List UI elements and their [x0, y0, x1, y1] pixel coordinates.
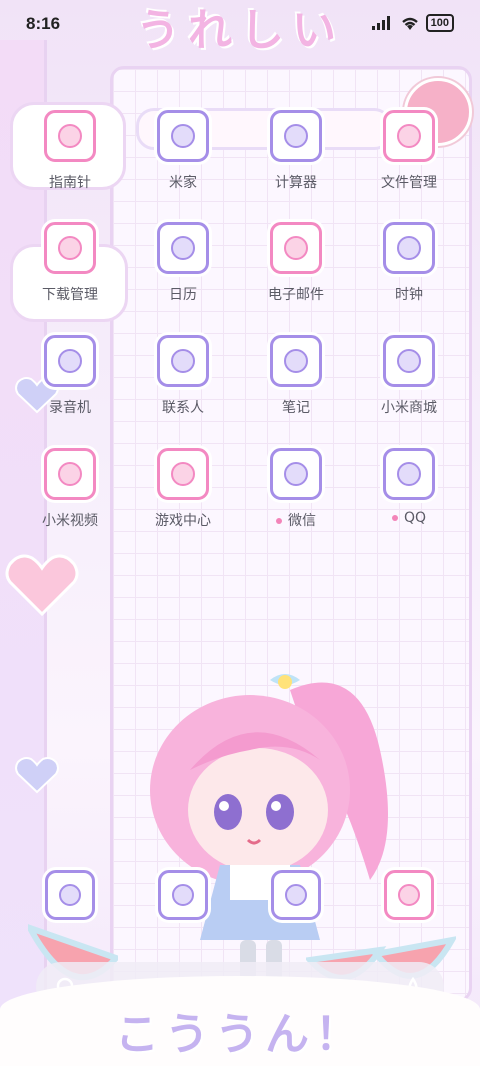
app-label: 录音机 — [15, 397, 125, 417]
app-alarm-clock[interactable]: 时钟 — [354, 222, 464, 304]
app-label-text: 时钟 — [395, 287, 423, 303]
app-label: 小米视频 — [15, 510, 125, 530]
alarm-clock-icon — [383, 222, 435, 274]
contacts-icon — [157, 335, 209, 387]
dock-messages-flower[interactable] — [128, 870, 238, 920]
app-shopping-basket[interactable]: 小米商城 — [354, 335, 464, 417]
app-label-text: 米家 — [169, 175, 197, 191]
app-label: 时钟 — [354, 284, 464, 304]
app-label: 计算器 — [241, 172, 351, 192]
app-notes[interactable]: 笔记 — [241, 335, 351, 417]
app-label: 指南针 — [15, 172, 125, 192]
app-download-arrow[interactable]: 下载管理 — [15, 222, 125, 304]
app-house[interactable]: 米家 — [128, 110, 238, 192]
dock-phone[interactable] — [15, 870, 125, 920]
app-label-text: 录音机 — [49, 400, 91, 416]
wallpaper-title-bottom: こううん！ — [115, 1009, 365, 1060]
clock-time: 8:16 — [26, 14, 61, 33]
app-label: 日历 — [128, 284, 238, 304]
app-label-text: 笔记 — [282, 400, 310, 416]
app-label-text: 联系人 — [162, 400, 204, 416]
app-game-center[interactable]: 游戏中心 — [128, 448, 238, 530]
new-install-dot — [276, 518, 282, 524]
app-label: 小米商城 — [354, 397, 464, 417]
app-label-text: 微信 — [288, 513, 316, 529]
new-install-dot — [391, 515, 398, 521]
app-label-text: 指南针 — [49, 175, 91, 191]
app-label: 游戏中心 — [128, 510, 238, 530]
app-folder[interactable]: 文件管理 — [354, 110, 464, 192]
house-icon — [157, 110, 209, 162]
messages-flower-icon — [158, 870, 208, 920]
recorder-icon — [44, 335, 96, 387]
app-calendar[interactable]: 日历 — [128, 222, 238, 304]
app-label-text: 日历 — [169, 287, 197, 303]
camera-cute-icon — [384, 870, 434, 920]
app-label-text: 游戏中心 — [155, 513, 211, 529]
video-bear-icon — [44, 448, 96, 500]
app-label: 下载管理 — [15, 284, 125, 304]
qq-icon — [383, 448, 435, 500]
dock-camera-bear[interactable] — [241, 870, 351, 920]
status-icons: 100 — [371, 14, 454, 32]
app-label-text: 小米视频 — [42, 513, 98, 529]
app-label-text: 下载管理 — [42, 287, 98, 303]
app-mail[interactable]: 电子邮件 — [241, 222, 351, 304]
app-label: 米家 — [128, 172, 238, 192]
app-label-text: 小米商城 — [381, 400, 437, 416]
folder-icon — [383, 110, 435, 162]
camera-bear-icon — [271, 870, 321, 920]
compass-icon — [44, 110, 96, 162]
app-label-text: QQ — [403, 510, 427, 526]
app-label: 电子邮件 — [241, 284, 351, 304]
app-label-text: 电子邮件 — [268, 287, 324, 303]
pixel-heart-lower — [15, 757, 59, 794]
shopping-basket-icon — [383, 335, 435, 387]
status-bar: 8:16 100 — [0, 0, 480, 46]
calculator-icon — [270, 110, 322, 162]
app-video-bear[interactable]: 小米视频 — [15, 448, 125, 530]
game-center-icon — [157, 448, 209, 500]
phone-icon — [45, 870, 95, 920]
pixel-heart-large — [5, 554, 79, 616]
mail-icon — [270, 222, 322, 274]
app-calculator[interactable]: 计算器 — [241, 110, 351, 192]
app-label: 文件管理 — [354, 172, 464, 192]
app-qq[interactable]: QQ — [354, 448, 464, 526]
app-label: QQ — [354, 510, 464, 526]
app-contacts[interactable]: 联系人 — [128, 335, 238, 417]
app-compass[interactable]: 指南针 — [15, 110, 125, 192]
wechat-bunny-icon — [270, 448, 322, 500]
app-label: 微信 — [241, 510, 351, 530]
signal-icon — [371, 16, 390, 30]
calendar-icon — [157, 222, 209, 274]
app-wechat-bunny[interactable]: 微信 — [241, 448, 351, 530]
download-arrow-icon — [44, 222, 96, 274]
app-label: 联系人 — [128, 397, 238, 417]
dock-camera-cute[interactable] — [354, 870, 464, 920]
app-recorder[interactable]: 录音机 — [15, 335, 125, 417]
app-label: 笔记 — [241, 397, 351, 417]
battery-icon: 100 — [425, 14, 454, 32]
wifi-icon — [401, 17, 418, 30]
notes-icon — [270, 335, 322, 387]
app-label-text: 计算器 — [275, 175, 317, 191]
app-label-text: 文件管理 — [381, 175, 437, 191]
